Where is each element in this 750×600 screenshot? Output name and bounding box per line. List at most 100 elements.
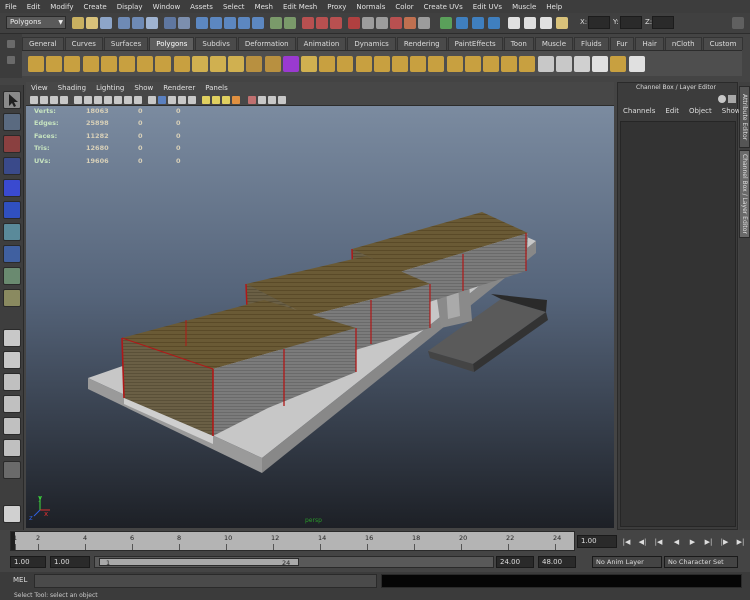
hypershade-icon[interactable] [376,17,388,29]
quadrangulate-icon[interactable] [501,56,518,72]
new-scene-icon[interactable] [72,17,84,29]
end-time-field[interactable]: 48.00 [538,556,576,568]
universal-manipulator-icon[interactable] [3,223,21,241]
menu-assets[interactable]: Assets [185,3,218,11]
menu-select[interactable]: Select [218,3,250,11]
high-quality-icon[interactable] [232,96,240,104]
playback-end-field[interactable]: 24.00 [496,556,534,568]
smooth-shade-icon[interactable] [158,96,166,104]
viewport-share-icon[interactable] [278,96,286,104]
layout-four-pane-icon[interactable] [3,351,21,369]
uv-editor-icon[interactable] [574,56,590,72]
insert-edge-loop-icon[interactable] [410,56,427,72]
channel-box-content[interactable] [620,121,736,527]
safe-action-icon[interactable] [124,96,132,104]
menu-modify[interactable]: Modify [45,3,78,11]
absolute-transform-icon[interactable] [556,17,568,29]
soft-modification-icon[interactable] [3,245,21,263]
last-tool-used-icon[interactable] [3,289,21,307]
attribute-editor-icon[interactable] [456,17,468,29]
input-ops-icon[interactable] [284,17,296,29]
move-tool-icon[interactable] [3,157,21,175]
xray-active-icon[interactable] [268,96,276,104]
sculpt-icon[interactable] [418,17,430,29]
field-chart-icon[interactable] [114,96,122,104]
offset-edge-loop-icon[interactable] [428,56,445,72]
poly-platonic-icon[interactable] [228,56,245,72]
step-back-key-icon[interactable]: |◀ [654,538,663,547]
menu-help[interactable]: Help [541,3,567,11]
character-set-dropdown[interactable]: No Character Set [664,556,738,568]
poly-cube-icon[interactable] [46,56,63,72]
poly-cylinder-icon[interactable] [64,56,81,72]
playback-start-field[interactable]: 1.00 [50,556,90,568]
extrude-icon[interactable] [319,56,336,72]
snap-curve-icon[interactable] [210,17,222,29]
menu-create-uvs[interactable]: Create UVs [419,3,468,11]
triangulate-icon[interactable] [483,56,499,72]
append-icon[interactable] [355,56,372,72]
layout-hypershade-icon[interactable] [3,395,21,413]
panel-menu-shading[interactable]: Shading [53,84,91,92]
bevel-icon[interactable] [301,56,317,72]
x-field[interactable] [588,16,610,29]
layout-single-icon[interactable] [508,17,520,29]
isolate-select-icon[interactable] [248,96,256,104]
tab-rendering[interactable]: Rendering [396,37,447,50]
layout-outliner-icon[interactable] [3,417,21,435]
magnet-snap-icon[interactable] [390,17,402,29]
poly-cone-icon[interactable] [82,56,99,72]
bridge-icon[interactable] [337,56,354,72]
mel-input[interactable] [34,574,377,588]
xray-joints-icon[interactable] [258,96,266,104]
play-forwards-icon[interactable]: ▶ [688,538,697,547]
tab-curves[interactable]: Curves [64,37,103,50]
snap-grid-icon[interactable] [196,17,208,29]
panel-float-icon[interactable] [728,95,736,103]
step-back-frame-icon[interactable]: ◀| [638,538,647,547]
tab-attribute-editor[interactable]: Attribute Editor [739,86,750,148]
play-backwards-icon[interactable]: ◀ [672,538,681,547]
menu-color[interactable]: Color [390,3,418,11]
poly-soccer-ball-icon[interactable] [210,56,226,72]
shadows-icon[interactable] [222,96,230,104]
y-field[interactable] [620,16,642,29]
wireframe-on-shaded-icon[interactable] [168,96,176,104]
layout-persp-outliner-icon[interactable] [540,17,552,29]
select-hierarchy-icon[interactable] [118,17,130,29]
render-view-icon[interactable] [362,17,374,29]
start-time-field[interactable]: 1.00 [10,556,46,568]
tool-settings-icon[interactable] [472,17,484,29]
paint-icon[interactable] [628,56,645,72]
menu-edit-mesh[interactable]: Edit Mesh [278,3,322,11]
open-scene-icon[interactable] [86,17,98,29]
menu-edit-uvs[interactable]: Edit UVs [468,3,507,11]
time-slider[interactable]: 1 2 4 6 8 10 12 14 16 18 20 22 24 [10,531,575,551]
wireframe-icon[interactable] [148,96,156,104]
image-plane-icon[interactable] [60,96,68,104]
menu-mesh[interactable]: Mesh [250,3,278,11]
merge-icon[interactable] [446,56,463,72]
tab-toon[interactable]: Toon [503,37,534,50]
make-live-icon[interactable] [252,17,264,29]
construction-history-icon[interactable] [270,17,282,29]
safe-title-icon[interactable] [134,96,142,104]
z-field[interactable] [652,16,674,29]
ipr-render-icon[interactable] [316,17,328,29]
default-light-icon[interactable] [202,96,210,104]
menu-display[interactable]: Display [112,3,148,11]
panel-menu-show[interactable]: Show [129,84,158,92]
help-icon[interactable] [718,95,726,103]
menu-proxy[interactable]: Proxy [322,3,351,11]
camera-attributes-icon[interactable] [40,96,48,104]
menu-muscle[interactable]: Muscle [507,3,541,11]
perspective-viewport[interactable]: Verts: 18063 0 0 Edges: 25898 0 0 Faces: 11282 0 0 T… [26,106,614,528]
panel-menu-panels[interactable]: Panels [200,84,233,92]
sculpt-icon[interactable] [610,56,627,72]
tab-custom[interactable]: Custom [702,37,744,50]
tab-subdivs[interactable]: Subdivs [195,37,237,50]
menu-create[interactable]: Create [78,3,111,11]
selection-mask-icon[interactable] [164,17,176,29]
sidebar-toggle-icon[interactable] [732,17,744,29]
menu-set-dropdown[interactable]: Polygons ▼ [6,16,66,29]
